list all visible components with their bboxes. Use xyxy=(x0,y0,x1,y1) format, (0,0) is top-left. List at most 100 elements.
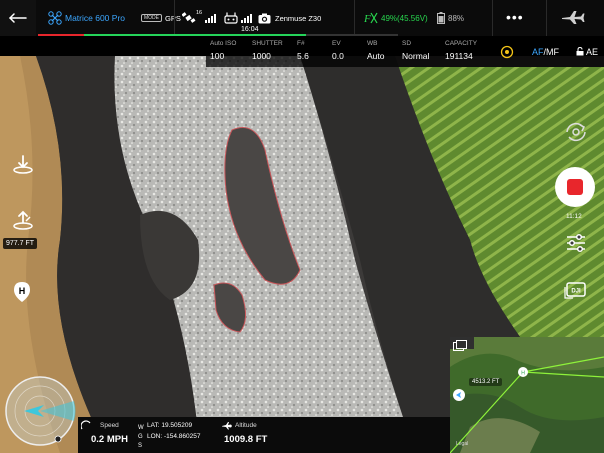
focus-mode-toggle[interactable]: AF/MF xyxy=(532,47,559,57)
battery-fx-icon: F xyxy=(364,12,378,25)
camera-focus-controls: AF/MF AE xyxy=(488,37,604,67)
home-point-icon: H xyxy=(14,282,30,302)
focus-mode-af: AF xyxy=(532,47,544,57)
home-point-marker[interactable]: H xyxy=(8,278,36,306)
svg-text:F: F xyxy=(364,13,371,25)
minimap[interactable]: H 4513.2 FT Legal xyxy=(450,337,604,453)
gps-coordinates-icon: W G S xyxy=(138,425,144,449)
remote-battery[interactable]: 88% xyxy=(437,0,464,36)
ae-label: AE xyxy=(586,47,599,57)
camera-icon xyxy=(258,13,271,23)
speed-label: Speed xyxy=(100,422,119,429)
takeoff-button[interactable] xyxy=(9,150,37,178)
altitude-value: 1009.8 FT xyxy=(224,434,268,445)
attitude-indicator[interactable] xyxy=(4,375,76,447)
map-distance: 4513.2 FT xyxy=(469,378,503,386)
rc-signal-bars xyxy=(241,13,252,23)
gps-signal-bars xyxy=(205,13,217,23)
record-time: 11:12 xyxy=(566,213,582,220)
north-indicator-icon xyxy=(54,435,62,443)
speed-value: 0.2 MPH xyxy=(91,434,128,445)
flight-mode-badge: MODE xyxy=(141,14,162,22)
param-label: WB xyxy=(367,40,378,47)
airplane-icon xyxy=(562,11,585,24)
focus-target-icon[interactable] xyxy=(500,45,514,59)
param-value: 191134 xyxy=(445,51,473,61)
divider xyxy=(174,0,175,36)
more-settings-button[interactable]: ••• xyxy=(506,9,524,25)
flight-time: 16:04 xyxy=(241,26,259,33)
landing-icon xyxy=(13,210,33,230)
divider xyxy=(354,0,355,36)
satellite-icon xyxy=(182,12,196,23)
param-label: Auto ISO xyxy=(210,40,237,47)
altitude-tag: 977.7 FT xyxy=(3,238,38,249)
speed-icon xyxy=(81,420,91,430)
satellite-count: 16 xyxy=(196,10,203,16)
landing-button[interactable] xyxy=(9,206,37,234)
status-bar: Matrice 600 Pro MODE GPS 16 Zenmuse Z30 … xyxy=(0,0,604,36)
aircraft-battery-value: 49%(45.56V) xyxy=(381,13,428,23)
aircraft-battery[interactable]: F 49%(45.56V) xyxy=(364,0,428,36)
altitude-label: Altitude xyxy=(235,422,257,429)
svg-text:H: H xyxy=(521,371,525,377)
remote-controller-icon xyxy=(224,12,238,24)
camera-switch-icon xyxy=(566,122,586,142)
battery-time-bar xyxy=(38,34,398,36)
divider xyxy=(492,0,493,36)
param-fnum: F# 5.6 xyxy=(297,40,309,61)
divider xyxy=(546,0,547,36)
longitude: LON: -154.860257 xyxy=(147,433,201,440)
remote-battery-value: 88% xyxy=(448,13,465,23)
record-button[interactable] xyxy=(555,167,595,207)
aircraft-name: Matrice 600 Pro xyxy=(65,13,125,23)
switch-camera-photo-button[interactable] xyxy=(562,118,590,146)
svg-text:W: W xyxy=(138,425,144,431)
svg-text:DJI: DJI xyxy=(571,289,581,295)
playback-icon: DJI xyxy=(564,282,586,299)
param-label: F# xyxy=(297,40,305,47)
battery-time-remaining xyxy=(84,34,306,36)
param-label: SD xyxy=(402,40,412,47)
flight-settings-button[interactable] xyxy=(561,9,585,27)
param-label: CAPACITY xyxy=(445,40,478,47)
svg-text:G: G xyxy=(138,434,143,440)
playback-button[interactable]: DJI xyxy=(562,276,590,304)
param-shutter: SHUTTER 1000 xyxy=(252,40,283,61)
home-button[interactable] xyxy=(0,0,36,36)
param-value: 5.6 xyxy=(297,51,309,61)
battery-time-critical xyxy=(38,34,84,36)
record-stop-icon xyxy=(567,179,583,195)
param-iso: Auto ISO 100 xyxy=(210,40,236,61)
takeoff-icon xyxy=(13,155,33,174)
drone-icon xyxy=(48,11,62,25)
param-capacity: CAPACITY 191134 xyxy=(445,40,477,61)
latitude: LAT: 19.505209 xyxy=(147,422,193,429)
param-label: SHUTTER xyxy=(252,40,283,47)
map-legal-link[interactable]: Legal xyxy=(456,441,468,447)
altitude-icon xyxy=(222,422,232,430)
flight-mode-label: GPS xyxy=(165,13,181,23)
param-value: 1000 xyxy=(252,51,271,61)
battery-icon xyxy=(437,12,445,24)
param-value: 100 xyxy=(210,51,225,61)
param-ev: EV 0.0 xyxy=(332,40,344,61)
gps-signal[interactable]: 16 xyxy=(182,0,217,36)
svg-text:H: H xyxy=(19,286,26,296)
camera-status[interactable]: Zenmuse Z30 xyxy=(258,0,321,36)
camera-parameters[interactable]: Auto ISO 100 SHUTTER 1000 F# 5.6 EV 0.0 … xyxy=(206,37,488,67)
ae-lock-button[interactable]: AE xyxy=(576,46,599,57)
param-wb: WB Auto xyxy=(367,40,385,61)
camera-name: Zenmuse Z30 xyxy=(275,13,322,23)
param-value: 0.0 xyxy=(332,51,344,61)
aircraft-status[interactable]: Matrice 600 Pro xyxy=(48,0,125,36)
expand-map-icon[interactable] xyxy=(453,340,467,351)
param-value: Auto xyxy=(367,51,385,61)
telemetry-panel: Speed 0.2 MPH W G S LAT: 19.505209 LON: … xyxy=(78,417,450,453)
minimap-satellite: H xyxy=(450,337,604,453)
camera-settings-button[interactable] xyxy=(562,229,590,257)
go-home-icon xyxy=(9,13,27,23)
param-sd: SD Normal xyxy=(402,40,429,61)
focus-mode-mf: /MF xyxy=(543,47,560,57)
lock-icon xyxy=(576,46,584,56)
